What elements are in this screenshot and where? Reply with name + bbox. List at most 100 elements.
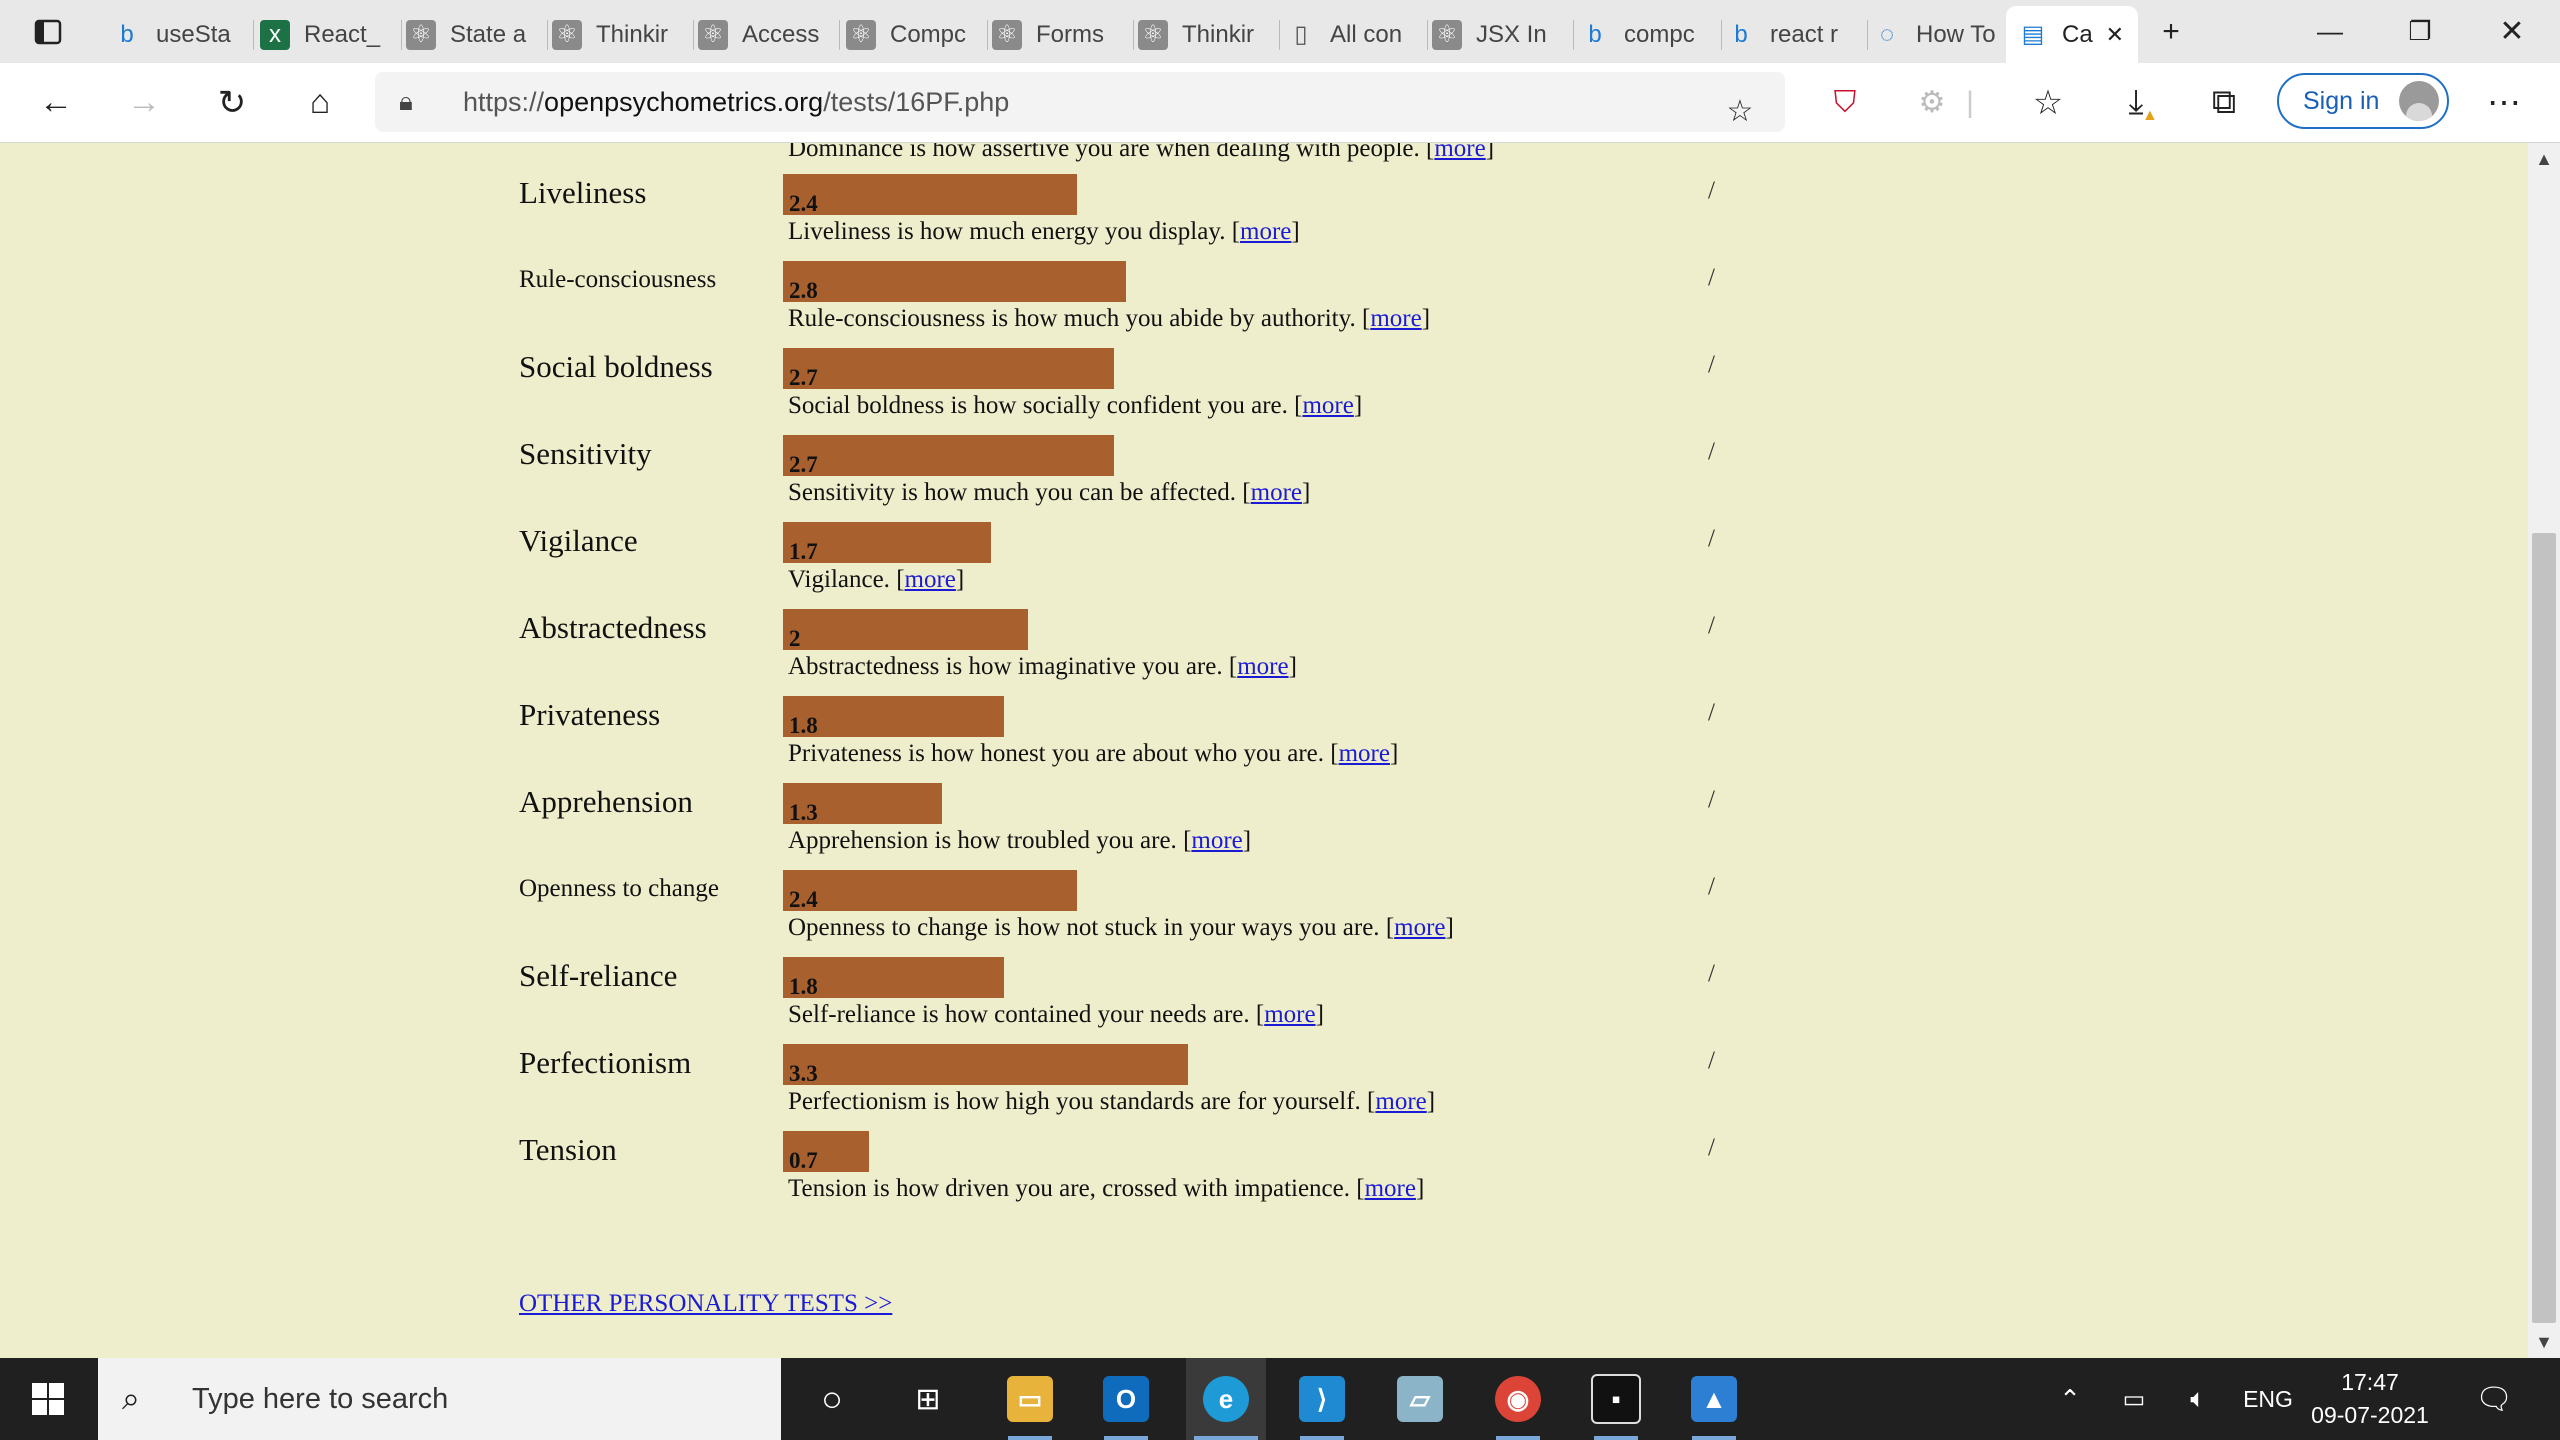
more-link[interactable]: more (1191, 827, 1242, 854)
vertical-scrollbar[interactable]: ▲ ▼ (2528, 143, 2560, 1358)
more-link[interactable]: more (1264, 1001, 1315, 1028)
edge-icon[interactable]: e (1186, 1358, 1266, 1440)
browser-tab[interactable]: ▤ Ca ✕ (2006, 6, 2138, 63)
volume-icon[interactable]: 🔈︎ (2176, 1358, 2220, 1440)
tab-actions-icon[interactable] (20, 0, 76, 63)
scroll-down-icon[interactable]: ▼ (2528, 1326, 2560, 1358)
browser-tab[interactable]: b useSta (100, 6, 254, 63)
more-options-icon[interactable]: ⋯ (2474, 63, 2534, 142)
trait-label: Sensitivity (519, 436, 652, 471)
close-tab-icon[interactable]: ✕ (2106, 22, 2124, 48)
browser-tab[interactable]: b compc (1568, 6, 1722, 63)
tab-title: Thinkir (596, 20, 669, 48)
collections-icon[interactable]: ⧉ (2194, 63, 2254, 142)
score-value: 2 (789, 626, 801, 651)
score-bar: 1.8 (783, 696, 1004, 738)
show-hidden-icons-icon[interactable]: ⌃ (2050, 1358, 2090, 1440)
browser-tab[interactable]: ⚛ Access (686, 6, 840, 63)
browser-tab[interactable]: ⚛ Forms (980, 6, 1134, 63)
favorites-icon[interactable]: ☆ (2018, 63, 2078, 142)
battery-icon[interactable]: ▭ (2114, 1358, 2154, 1440)
outlook-icon[interactable]: O (1096, 1358, 1156, 1440)
chrome-icon[interactable]: ◉ (1488, 1358, 1548, 1440)
terminal-icon[interactable]: ▪ (1586, 1358, 1646, 1440)
lock-icon[interactable]: 🔒︎ (399, 72, 413, 132)
taskbar-search-box[interactable]: ⌕ Type here to search (98, 1358, 781, 1440)
browser-tab[interactable]: ◌ How To (1860, 6, 2014, 63)
url-text[interactable]: https://openpsychometrics.org/tests/16PF… (463, 72, 1009, 132)
description-text: Abstractedness is how imaginative you ar… (788, 653, 1223, 680)
browser-tab[interactable]: ⚛ Thinkir (540, 6, 694, 63)
trait-label: Tension (519, 1132, 617, 1167)
trait-description: Rule-consciousness is how much you abide… (788, 305, 1431, 332)
trait-description: Openness to change is how not stuck in y… (788, 914, 1454, 941)
description-text: Tension is how driven you are, crossed w… (788, 1175, 1350, 1202)
tab-title: Ca (2062, 20, 2093, 48)
downloads-icon[interactable]: ⤓ ▲ (2106, 63, 2166, 142)
tab-strip: b useSta x React_ ⚛ State a ⚛ Thinkir ⚛ Access ⚛ Co… (0, 0, 2560, 63)
score-value: 2.7 (789, 452, 818, 477)
add-favorite-icon[interactable]: ☆ (1710, 72, 1770, 151)
photos-icon[interactable]: ▲ (1684, 1358, 1744, 1440)
more-link[interactable]: more (1237, 653, 1288, 680)
browser-tab[interactable]: ⚛ Compc (834, 6, 988, 63)
score-bar: 2.7 (783, 435, 1114, 477)
more-link[interactable]: more (1365, 1175, 1416, 1202)
taskbar: ⌕ Type here to search ○ ⊞ ▭ O e ⟩ ▱ ◉ ▪ … (0, 1358, 2560, 1440)
windows-start-icon[interactable] (18, 1358, 78, 1440)
more-link[interactable]: more (1339, 740, 1390, 767)
browser-tab[interactable]: b react r (1714, 6, 1868, 63)
task-view-icon[interactable]: ⊞ (898, 1358, 958, 1440)
score-bar: 0.7 (783, 1131, 869, 1173)
browser-tab[interactable]: ▯ All con (1274, 6, 1428, 63)
extension-icon[interactable]: ⚙ (1902, 63, 1962, 142)
tab-title: JSX In (1476, 20, 1547, 48)
restore-button[interactable]: ❐ (2392, 0, 2448, 63)
mcafee-icon[interactable]: ⛉ (1815, 63, 1875, 142)
page-icon: ▯ (1294, 21, 1308, 48)
trait-description: Perfectionism is how high you standards … (788, 1088, 1436, 1115)
scroll-up-icon[interactable]: ▲ (2528, 143, 2560, 175)
forward-icon[interactable]: → (114, 63, 174, 142)
score-value: 1.8 (789, 974, 818, 999)
trait-description: Apprehension is how troubled you are. [m… (788, 827, 1252, 854)
file-explorer-icon[interactable]: ▭ (1000, 1358, 1060, 1440)
home-icon[interactable]: ⌂ (290, 63, 350, 142)
notes-icon[interactable]: ▱ (1390, 1358, 1450, 1440)
vscode-icon[interactable]: ⟩ (1292, 1358, 1352, 1440)
notifications-icon[interactable]: 🗨︎ (2466, 1358, 2522, 1440)
tab-title: compc (1624, 20, 1695, 48)
other-personality-tests-link[interactable]: OTHER PERSONALITY TESTS >> (519, 1290, 892, 1318)
more-link[interactable]: more (1434, 143, 1485, 162)
more-link[interactable]: more (905, 566, 956, 593)
more-link[interactable]: more (1302, 392, 1353, 419)
minimize-button[interactable]: — (2302, 0, 2358, 63)
refresh-icon[interactable]: ↻ (202, 63, 262, 142)
scale-marker: / (1708, 1134, 1715, 1161)
search-icon: ⌕ (122, 1380, 140, 1416)
browser-tab[interactable]: ⚛ Thinkir (1126, 6, 1280, 63)
more-link[interactable]: more (1370, 305, 1421, 332)
score-bar: 2.7 (783, 348, 1114, 390)
cortana-icon[interactable]: ○ (802, 1358, 862, 1440)
language-indicator[interactable]: ENG (2240, 1358, 2296, 1440)
tab-title: Access (742, 20, 820, 48)
browser-tab[interactable]: ⚛ JSX In (1420, 6, 1574, 63)
trait-label: Self-reliance (519, 958, 678, 993)
more-link[interactable]: more (1240, 218, 1291, 245)
browser-tab[interactable]: ⚛ State a (394, 6, 548, 63)
more-link[interactable]: more (1394, 914, 1445, 941)
close-window-button[interactable]: ✕ (2484, 0, 2540, 63)
more-link[interactable]: more (1375, 1088, 1426, 1115)
scrollbar-thumb[interactable] (2532, 533, 2556, 1323)
browser-tab[interactable]: x React_ (248, 6, 402, 63)
back-icon[interactable]: ← (26, 63, 86, 142)
address-bar[interactable]: 🔒︎ https://openpsychometrics.org/tests/1… (375, 72, 1785, 132)
sign-in-button[interactable]: Sign in (2277, 73, 2449, 129)
score-bar: 2 (783, 609, 1028, 651)
score-value: 2.4 (789, 191, 818, 216)
more-link[interactable]: more (1251, 479, 1302, 506)
description-text: Perfectionism is how high you standards … (788, 1088, 1361, 1115)
taskbar-clock[interactable]: 17:47 09-07-2021 (2300, 1366, 2440, 1432)
new-tab-button[interactable]: + (2146, 0, 2196, 63)
